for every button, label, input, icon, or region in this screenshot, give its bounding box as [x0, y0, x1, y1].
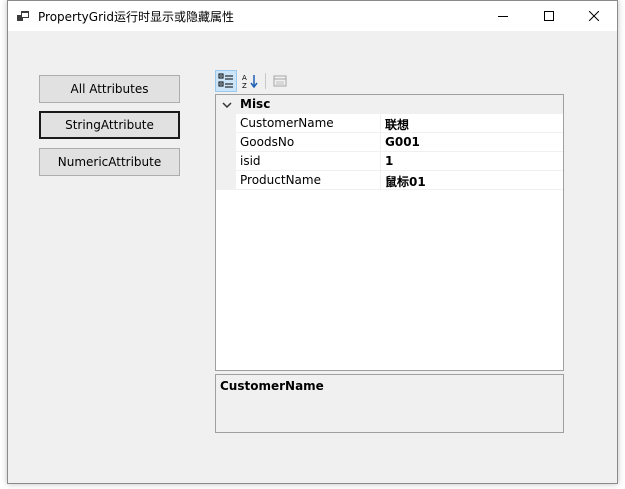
- title-bar[interactable]: PropertyGrid运行时显示或隐藏属性: [8, 1, 617, 31]
- alphabetical-view-button[interactable]: A Z: [239, 70, 261, 92]
- property-row-isid[interactable]: isid 1: [236, 152, 563, 171]
- toolbar-separator: [265, 73, 266, 89]
- property-name: ProductName: [240, 173, 321, 187]
- categorized-view-button[interactable]: [215, 70, 237, 92]
- close-icon: [589, 11, 599, 21]
- all-attributes-button[interactable]: All Attributes: [39, 75, 180, 103]
- property-grid[interactable]: Misc CustomerName 联想 GoodsNo G001 isid 1…: [215, 94, 564, 371]
- property-value[interactable]: G001: [385, 135, 420, 149]
- numeric-attribute-button[interactable]: NumericAttribute: [39, 148, 180, 176]
- property-pages-icon: [273, 75, 287, 87]
- main-window: PropertyGrid运行时显示或隐藏属性 All Attributes St…: [7, 0, 618, 484]
- column-divider[interactable]: [380, 152, 381, 170]
- property-name: isid: [240, 154, 261, 168]
- string-attribute-button[interactable]: StringAttribute: [39, 111, 180, 139]
- minimize-button[interactable]: [480, 1, 526, 31]
- column-divider[interactable]: [380, 171, 381, 189]
- property-description-pane: CustomerName: [215, 374, 564, 433]
- property-name: CustomerName: [240, 116, 334, 130]
- category-label: Misc: [240, 97, 271, 111]
- property-name: GoodsNo: [240, 135, 295, 149]
- property-pages-button[interactable]: [269, 70, 291, 92]
- property-value[interactable]: 鼠标01: [385, 173, 426, 190]
- maximize-icon: [544, 11, 554, 21]
- grid-left-margin: [216, 114, 236, 190]
- property-value[interactable]: 联想: [385, 116, 409, 133]
- property-row-goodsno[interactable]: GoodsNo G001: [236, 133, 563, 152]
- svg-text:A: A: [242, 74, 247, 82]
- property-grid-toolbar: A Z: [215, 70, 564, 92]
- description-title: CustomerName: [220, 379, 324, 393]
- categorized-icon: [218, 73, 233, 88]
- chevron-down-icon[interactable]: [221, 99, 233, 111]
- maximize-button[interactable]: [526, 1, 572, 31]
- app-window-icon: [17, 11, 29, 21]
- svg-text:Z: Z: [242, 82, 247, 89]
- property-row-productname[interactable]: ProductName 鼠标01: [236, 171, 563, 190]
- property-row-customername[interactable]: CustomerName 联想: [236, 114, 563, 133]
- sort-alphabetical-icon: A Z: [242, 74, 258, 89]
- minimize-icon: [498, 16, 508, 17]
- column-divider[interactable]: [380, 133, 381, 151]
- column-divider[interactable]: [380, 114, 381, 132]
- window-title: PropertyGrid运行时显示或隐藏属性: [38, 10, 234, 24]
- property-value[interactable]: 1: [385, 154, 393, 168]
- close-button[interactable]: [571, 1, 617, 31]
- category-row-misc[interactable]: Misc: [216, 95, 563, 114]
